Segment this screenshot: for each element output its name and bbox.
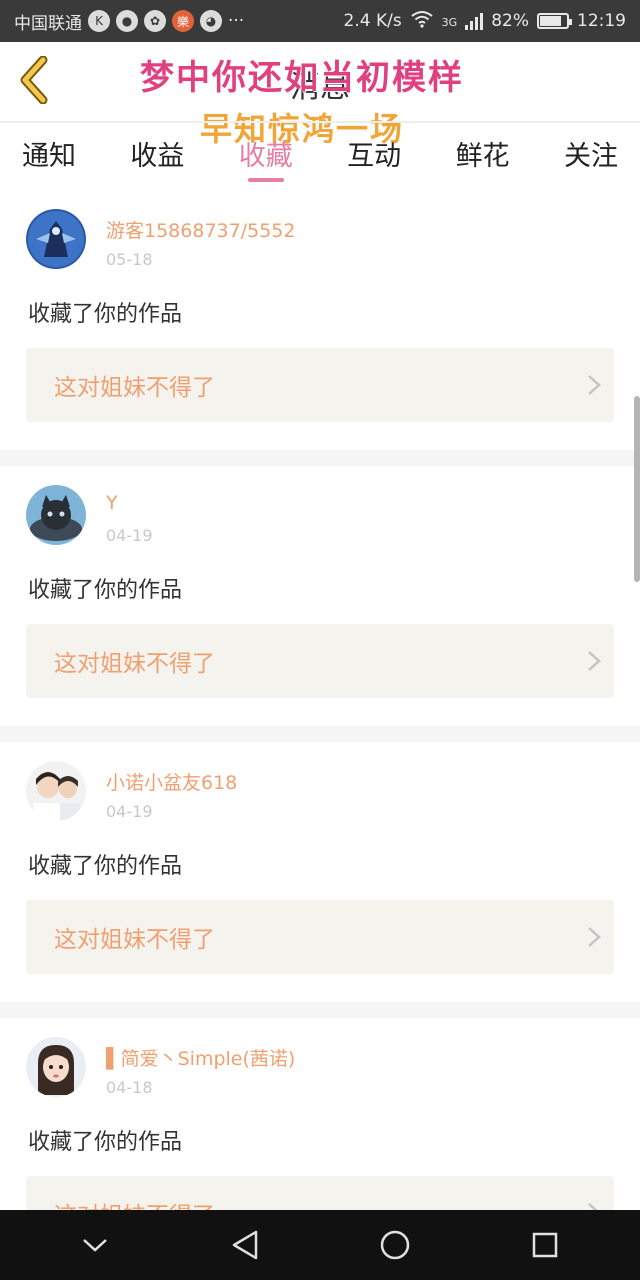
girl-avatar-image [26,1037,86,1097]
time-label: 12:19 [577,11,626,31]
list-item: 游客15868737/5552 05-18 收藏了你的作品 这对姐妹不得了 [0,190,640,450]
hide-nav-button[interactable] [65,1215,125,1275]
tab-bar: 通知 收益 收藏 互动 鲜花 关注 [0,124,640,188]
system-nav-bar [0,1210,640,1280]
action-text: 收藏了你的作品 [28,854,183,879]
work-link[interactable]: 这对姐妹不得了 [26,1176,614,1210]
network-type-label: 3G [441,15,458,29]
chevron-right-icon [574,1202,614,1210]
orange-app-icon: 樂 [172,10,194,32]
overlay-text-line1: 梦中你还如当初模样 [140,58,464,98]
circle-home-icon [380,1230,410,1260]
avatar[interactable] [26,1037,86,1097]
avatar[interactable] [26,209,86,269]
square-recents-icon [532,1232,558,1258]
list-item: 小诺小盆友618 04-19 收藏了你的作品 这对姐妹不得了 [0,742,640,1002]
robot-avatar-image [26,209,86,269]
paw-app-icon: ✿ [144,10,166,32]
tab-favorites[interactable]: 收藏 [239,124,293,188]
tab-flowers[interactable]: 鲜花 [456,124,510,188]
people-avatar-image [26,761,86,821]
k-app-icon: K [88,10,110,32]
work-link[interactable]: 这对姐妹不得了 [26,624,614,698]
date: 04-19 [106,802,153,821]
back-nav-button[interactable] [215,1215,275,1275]
tab-notifications[interactable]: 通知 [22,124,76,188]
username[interactable]: 游客15868737/5552 [106,216,295,243]
action-text: 收藏了你的作品 [28,302,183,327]
username[interactable]: Y [106,492,118,514]
work-title: 这对姐妹不得了 [54,1196,574,1210]
chat-bubble-icon: ● [116,10,138,32]
status-bar: 中国联通 K ● ✿ 樂 ◕ ··· 2.4 K/s 3G 82% 12:19 [0,0,640,42]
action-text: 收藏了你的作品 [28,1130,183,1155]
header: 消息 梦中你还如当初模样 早知惊鸿一场 [0,42,640,148]
action-text: 收藏了你的作品 [28,578,183,603]
battery-icon [537,13,572,29]
net-speed-label: 2.4 K/s [343,11,402,31]
date: 04-18 [106,1078,153,1097]
avatar[interactable] [26,761,86,821]
signal-icon [465,12,484,30]
chevron-right-icon [574,926,614,948]
list-item: Y 04-19 收藏了你的作品 这对姐妹不得了 [0,466,640,726]
chevron-right-icon [574,650,614,672]
scrollbar[interactable] [634,396,640,582]
work-link[interactable]: 这对姐妹不得了 [26,348,614,422]
list-item: ▌简爱丶Simple(茜诺) 04-18 收藏了你的作品 这对姐妹不得了 [0,1018,640,1210]
wifi-icon [410,10,434,33]
status-bar-right: 2.4 K/s 3G 82% 12:19 [343,10,626,33]
work-title: 这对姐妹不得了 [54,375,215,401]
more-notifications-icon: ··· [228,11,245,31]
chevron-down-icon [83,1239,107,1252]
status-bar-left: 中国联通 K ● ✿ 樂 ◕ ··· [14,9,344,34]
chevron-right-icon [574,374,614,396]
battery-fill [540,16,562,26]
wechat-icon: ◕ [200,10,222,32]
date: 04-19 [106,526,153,545]
username[interactable]: 小诺小盆友618 [106,768,237,795]
tab-following[interactable]: 关注 [564,124,618,188]
header-divider [0,121,640,123]
triangle-back-icon [232,1230,258,1260]
work-link[interactable]: 这对姐妹不得了 [26,900,614,974]
work-title: 这对姐妹不得了 [54,651,215,677]
favorites-list: 游客15868737/5552 05-18 收藏了你的作品 这对姐妹不得了 Y … [0,190,640,1210]
work-title: 这对姐妹不得了 [54,927,215,953]
recents-nav-button[interactable] [515,1215,575,1275]
date: 05-18 [106,250,153,269]
battery-percent-label: 82% [491,11,529,31]
tab-earnings[interactable]: 收益 [130,124,184,188]
carrier-label: 中国联通 [14,13,82,34]
tab-interactions[interactable]: 互动 [347,124,401,188]
home-nav-button[interactable] [365,1215,425,1275]
username[interactable]: ▌简爱丶Simple(茜诺) [106,1044,295,1071]
cat-avatar-image [26,485,86,545]
avatar[interactable] [26,485,86,545]
